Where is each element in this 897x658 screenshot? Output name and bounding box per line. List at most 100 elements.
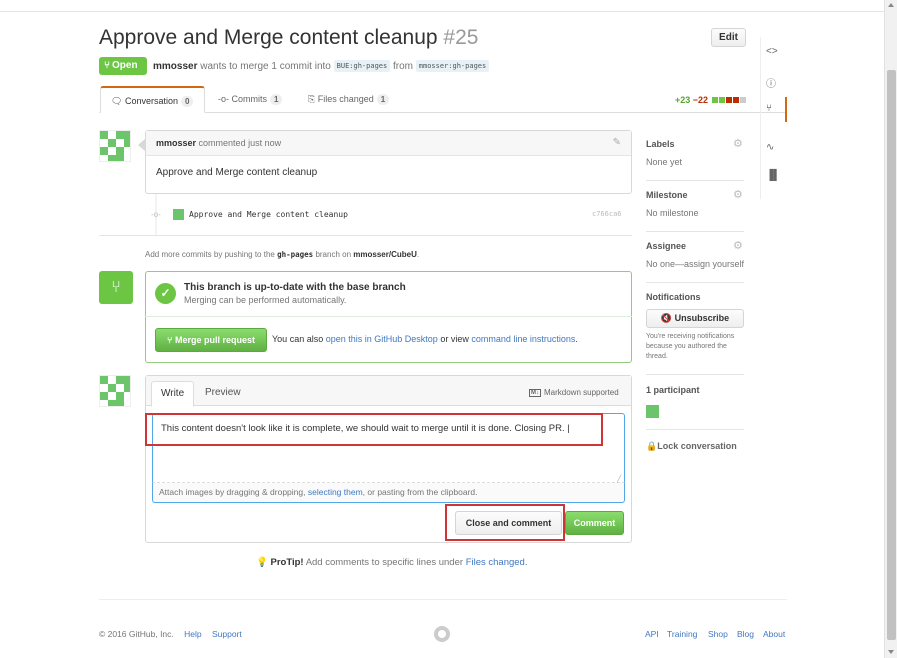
markdown-supported[interactable]: M↓ Markdown supported — [529, 388, 619, 397]
resize-handle-icon[interactable]: ╱ — [617, 475, 621, 483]
scroll-up-icon[interactable] — [888, 3, 894, 7]
pr-meta-text: wants to merge 1 commit into — [200, 61, 331, 72]
add-more-repo: mmosser/CubeU — [353, 250, 417, 259]
markdown-label: Markdown supported — [544, 388, 619, 397]
footer-link-blog[interactable]: Blog — [737, 629, 754, 639]
lightbulb-icon: 💡 — [256, 557, 268, 568]
tab-counter: 0 — [180, 96, 194, 107]
lock-icon: 🔒 — [646, 441, 658, 451]
assign-yourself-link[interactable]: No one—assign yourself — [646, 259, 744, 269]
tab-commits[interactable]: -o- Commits 1 — [218, 86, 283, 113]
unsubscribe-button[interactable]: 🔇 Unsubscribe — [646, 309, 744, 328]
pencil-icon[interactable]: ✎ — [613, 131, 621, 155]
merge-icon: ⑂ — [99, 271, 133, 304]
markdown-icon: M↓ — [529, 389, 541, 397]
tab-counter: 1 — [270, 94, 283, 105]
footer-link-api[interactable]: API — [645, 629, 659, 639]
commit-message[interactable]: Approve and Merge content cleanup — [189, 210, 348, 219]
avatar[interactable] — [99, 130, 131, 162]
add-more-middle: branch on — [315, 250, 352, 259]
tab-preview[interactable]: Preview — [196, 381, 250, 407]
base-branch: BUE:gh-pages — [333, 60, 391, 72]
avatar[interactable] — [99, 375, 131, 407]
select-files-link[interactable]: selecting them — [308, 487, 363, 497]
footer-link-help[interactable]: Help — [184, 629, 201, 639]
protip-suffix: . — [524, 557, 528, 568]
files-changed-link[interactable]: Files changed — [466, 557, 525, 568]
issues-icon[interactable]: ⓘ — [766, 75, 776, 90]
comment-header: mmosser commented just now ✎ — [146, 131, 631, 156]
pr-number: #25 — [443, 26, 479, 49]
state-badge: ⑂ Open — [99, 57, 147, 75]
assignee-title[interactable]: Assignee — [646, 241, 686, 251]
commit-sha[interactable]: c766ca6 — [592, 210, 622, 218]
merge-alt-mid: or view — [440, 334, 469, 344]
diffstat-deletions: −22 — [692, 95, 709, 105]
highlight-textarea — [145, 413, 603, 446]
merge-pull-request-button[interactable]: ⑂ Merge pull request — [155, 328, 267, 352]
diffstat-block — [711, 97, 718, 103]
sidebar-divider — [646, 231, 744, 232]
graphs-icon[interactable]: ▐▌ — [766, 170, 780, 181]
comment-button[interactable]: Comment — [565, 511, 624, 535]
github-logo-icon[interactable] — [434, 626, 450, 642]
comment-author[interactable]: mmosser — [156, 138, 196, 148]
participant-avatar[interactable] — [646, 405, 659, 418]
tab-label: Files changed — [317, 94, 374, 104]
merge-button-label: Merge pull request — [174, 335, 255, 345]
sidebar-divider — [646, 429, 744, 430]
pulse-icon[interactable]: ∿ — [766, 142, 774, 153]
attach-suffix: , or pasting from the clipboard. — [362, 487, 478, 497]
file-diff-icon: ⎘ — [308, 94, 316, 104]
protip-label: ProTip! — [270, 557, 304, 568]
diffstat-block — [725, 97, 732, 103]
milestone-title[interactable]: Milestone — [646, 190, 688, 200]
pr-title: Approve and Merge content cleanup #25 — [99, 26, 478, 50]
labels-title[interactable]: Labels — [646, 139, 675, 149]
add-more-prefix: Add more commits by pushing to the — [145, 250, 275, 259]
gear-icon[interactable]: ⚙ — [733, 239, 743, 252]
conversation-icon: 🗨 — [111, 96, 123, 106]
lock-label: Lock conversation — [657, 441, 737, 451]
edit-button[interactable]: Edit — [711, 28, 746, 47]
unsubscribe-label: Unsubscribe — [674, 313, 730, 323]
commit-avatar[interactable] — [173, 209, 184, 220]
merge-status-title: This branch is up-to-date with the base … — [184, 282, 406, 293]
footer-link-about[interactable]: About — [763, 629, 785, 639]
command-line-link[interactable]: command line instructions — [471, 334, 575, 344]
footer-link-shop[interactable]: Shop — [708, 629, 728, 639]
attach-images-bar[interactable]: Attach images by dragging & dropping, se… — [152, 483, 625, 503]
attach-prefix: Attach images by dragging & dropping, — [159, 487, 306, 497]
footer-link-training[interactable]: Training — [667, 629, 697, 639]
milestone-value: No milestone — [646, 208, 699, 218]
labels-value: None yet — [646, 157, 683, 167]
footer-link-support[interactable]: Support — [212, 629, 242, 639]
gear-icon[interactable]: ⚙ — [733, 137, 743, 150]
scroll-thumb[interactable] — [887, 70, 896, 640]
head-branch: mmosser:gh-pages — [415, 60, 490, 72]
commit-icon: -o- — [151, 210, 161, 219]
scrollbar[interactable] — [884, 0, 897, 658]
tab-label: Commits — [231, 94, 268, 104]
code-icon[interactable]: <> — [766, 46, 778, 57]
diffstat-additions: +23 — [675, 95, 691, 105]
open-desktop-link[interactable]: open this in GitHub Desktop — [326, 334, 438, 344]
merge-icon: ⑂ — [167, 335, 173, 345]
gear-icon[interactable]: ⚙ — [733, 188, 743, 201]
mute-icon: 🔇 — [660, 313, 673, 323]
highlight-close-button — [445, 504, 565, 541]
tab-files-changed[interactable]: ⎘ Files changed 1 — [308, 86, 390, 113]
notifications-reason: You're receiving notifications because y… — [646, 333, 735, 360]
participants-title: 1 participant — [646, 385, 700, 395]
pull-requests-icon[interactable]: ⑂ — [766, 103, 772, 114]
comment-caret — [138, 139, 145, 151]
comment-body: Approve and Merge content cleanup — [156, 167, 318, 178]
notifications-title: Notifications — [646, 292, 701, 302]
lock-conversation[interactable]: 🔒Lock conversation — [646, 441, 737, 452]
scroll-down-icon[interactable] — [888, 650, 894, 654]
tab-conversation[interactable]: 🗨 Conversation 0 — [100, 86, 205, 113]
pr-author[interactable]: mmosser — [153, 61, 197, 72]
protip-text: Add comments to specific lines under — [305, 557, 464, 568]
merge-alternatives: You can also open this in GitHub Desktop… — [272, 334, 578, 344]
tab-write[interactable]: Write — [151, 381, 195, 407]
